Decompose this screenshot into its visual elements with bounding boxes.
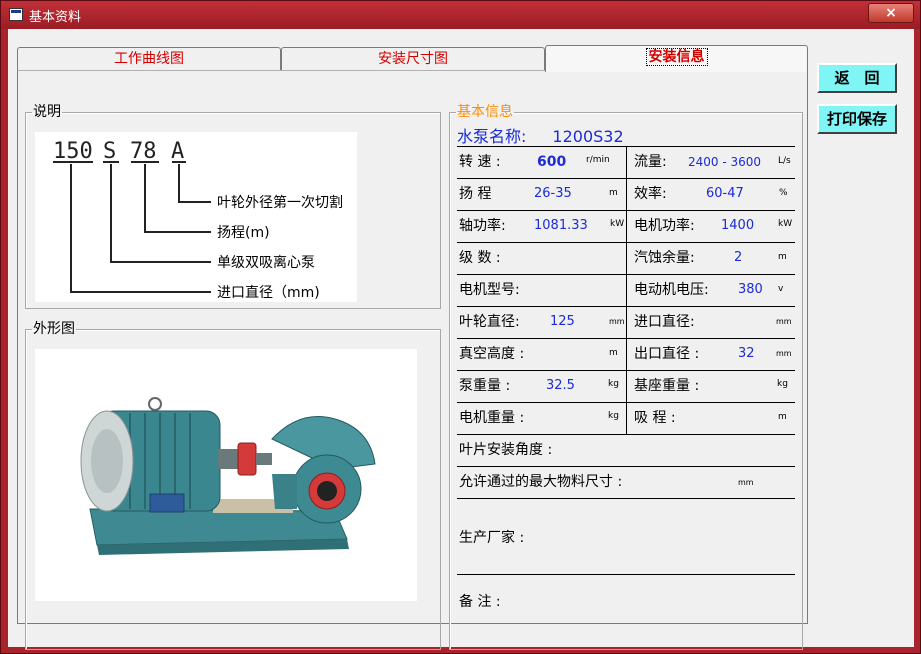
motor-weight-unit: kg [608,411,619,421]
vacuum-height-unit: m [609,348,618,358]
basic-info-legend: 基本信息 [457,104,513,120]
pump-weight-value: 32.5 [546,378,575,393]
impeller-diameter-unit: mm [609,317,625,326]
close-button[interactable]: × [868,3,914,23]
motor-power-value: 1400 [721,218,755,233]
efficiency-label: 效率: [634,186,667,202]
tab-work-curve[interactable]: 工作曲线图 [17,47,281,71]
shaft-power-value: 1081.33 [534,218,588,233]
pump-illustration [80,397,376,555]
pump-weight-label: 泵重量 : [459,378,511,394]
inlet-diameter-unit: mm [776,317,792,326]
motor-voltage-value: 380 [738,282,763,297]
back-button[interactable]: 返 回 [817,63,897,93]
tab-install-info[interactable]: 安装信息 [545,45,808,72]
motor-voltage-unit: v [778,284,784,294]
rpm-unit: r/min [586,155,610,165]
shaft-power-label: 轴功率: [459,218,506,234]
npsh-unit: m [778,252,787,262]
blade-angle-label: 叶片安装角度 : [459,442,553,458]
pump-photo [35,349,417,601]
head-label: 扬 程 [459,186,492,202]
head-value: 26-35 [534,186,572,201]
npsh-value: 2 [734,250,743,265]
motor-weight-label: 电机重量 : [459,410,525,426]
appearance-group: 外形图 [25,322,441,650]
model-part-a: A [171,139,184,164]
basic-info-group: 基本信息 水泵名称: 1200S32 转 速: 600 r/min 流量: 2… [449,105,803,650]
flow-value: 2400 - 3600 [688,155,762,169]
window-title: 基本资料 [29,10,82,25]
model-diagram: 150 S 78 A 叶轮外径第一次切割 扬程(m) 单级双吸离心泵 进口直径（… [35,132,357,302]
motor-power-label: 电机功率: [634,218,695,234]
flow-label: 流量: [634,154,667,170]
app-icon [9,8,23,21]
max-material-unit: mm [738,478,754,487]
efficiency-unit: % [779,188,788,198]
inlet-diameter-label: 进口直径: [634,314,695,330]
motor-model-label: 电机型号: [459,282,520,298]
tab-install-info-label: 安装信息 [645,48,708,66]
remarks-label: 备 注 : [459,594,501,610]
impeller-diameter-label: 叶轮直径: [459,314,520,330]
note-inlet-diameter: 进口直径（mm) [217,284,320,301]
npsh-label: 汽蚀余量: [634,250,695,266]
pump-weight-unit: kg [608,379,619,389]
outlet-diameter-unit: mm [776,349,792,358]
tab-install-dimensions[interactable]: 安装尺寸图 [281,47,545,71]
stages-label: 级 数 : [459,250,501,266]
pump-name-label: 水泵名称: [457,127,527,146]
suction-lift-label: 吸 程 : [634,410,676,426]
tab-panel: 说明 150 S 78 A 叶轮外径第一次切割 扬程(m) 单级双吸离心泵 进口… [17,70,808,650]
base-weight-label: 基座重量 : [634,378,700,394]
outlet-diameter-value: 32 [738,346,755,361]
model-part-150: 150 [53,139,93,164]
impeller-diameter-value: 125 [550,314,575,329]
model-part-78: 78 [130,139,157,164]
model-part-s: S [103,139,116,164]
outlet-diameter-label: 出口直径 : [634,346,700,362]
rpm-label: 转 速 : [459,154,501,170]
model-diagram-svg: 150 S 78 A 叶轮外径第一次切割 扬程(m) 单级双吸离心泵 进口直径（… [53,139,343,301]
main-window: 基本资料 × 工作曲线图 安装尺寸图 安装信息 说明 150 S 78 A 叶轮… [0,0,921,654]
shaft-power-unit: kW [610,219,625,229]
efficiency-value: 60-47 [706,186,744,201]
motor-voltage-label: 电动机电压: [634,282,709,298]
note-impeller-cut: 叶轮外径第一次切割 [217,194,343,211]
appearance-legend: 外形图 [33,321,75,337]
flow-unit: L/s [778,156,791,166]
rpm-value: 600 [537,154,567,170]
manufacturer-label: 生产厂家 : [459,530,525,546]
pump-name-value: 1200S32 [552,127,624,146]
explain-group: 说明 150 S 78 A 叶轮外径第一次切割 扬程(m) 单级双吸离心泵 进口… [25,105,441,309]
motor-power-unit: kW [778,219,793,229]
base-weight-unit: kg [777,379,788,389]
suction-lift-unit: m [778,412,787,422]
explain-legend: 说明 [33,104,61,120]
max-material-label: 允许通过的最大物料尺寸 : [459,474,623,490]
head-unit: m [609,188,618,198]
pump-name: 水泵名称: 1200S32 [457,123,624,147]
client-area: 工作曲线图 安装尺寸图 安装信息 说明 150 S 78 A 叶轮外径第一次切割… [8,29,914,650]
note-head: 扬程(m) [217,225,270,241]
print-save-button[interactable]: 打印保存 [817,104,897,134]
basic-info-table: 水泵名称: 1200S32 转 速: 600 r/min 流量: 2400 -… [450,119,802,649]
title-bar: 基本资料 × [1,1,920,29]
vacuum-height-label: 真空高度 : [459,346,525,362]
note-pump-type: 单级双吸离心泵 [217,254,315,271]
